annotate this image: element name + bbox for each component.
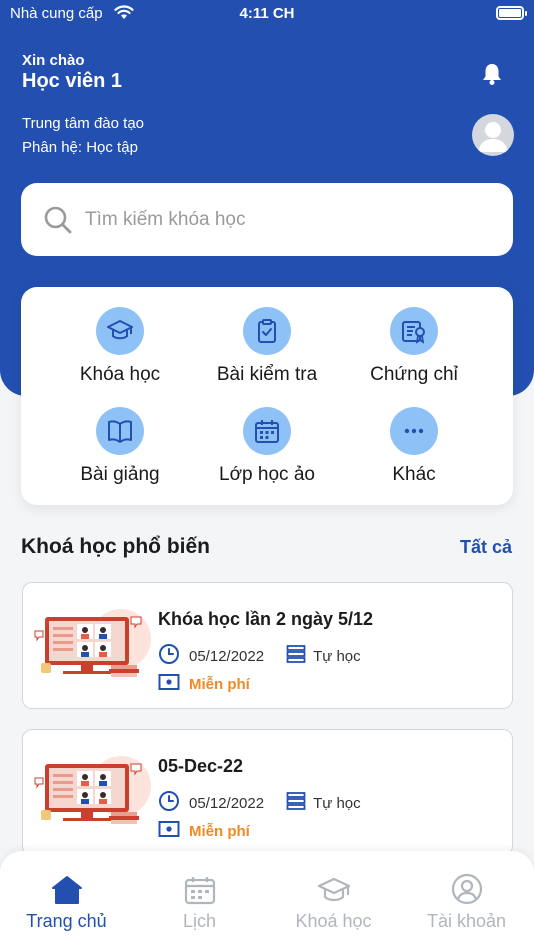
course-date: 05/12/2022 (189, 648, 265, 665)
course-thumbnail (33, 605, 153, 691)
menu-item-tests[interactable]: Bài kiểm tra (192, 307, 342, 386)
clipboard-check-icon (243, 307, 291, 355)
list-icon (286, 791, 306, 816)
menu-item-other[interactable]: Khác (339, 407, 489, 486)
clock-icon (158, 643, 180, 670)
status-time: 4:11 CH (239, 5, 295, 22)
training-center-label: Trung tâm đào tạo (22, 115, 145, 132)
menu-label-certificates: Chứng chỉ (370, 364, 458, 385)
certificate-icon (390, 307, 438, 355)
status-bar: Nhà cung cấp 4:11 CH (0, 0, 534, 30)
avatar[interactable] (472, 114, 514, 156)
username: Học viên 1 (22, 70, 123, 92)
graduation-cap-icon (267, 871, 400, 905)
course-thumbnail (33, 752, 153, 838)
menu-item-certificates[interactable]: Chứng chỉ (339, 307, 489, 386)
bell-icon[interactable] (481, 62, 503, 91)
course-price: Miễn phí (189, 676, 250, 693)
graduation-cap-icon (96, 307, 144, 355)
calendar-icon (133, 871, 266, 905)
greeting-text: Xin chào (22, 52, 85, 69)
course-card[interactable]: 05-Dec-22 05/12/2022 Tự học Miễn phí (22, 729, 513, 856)
menu-label-courses: Khóa học (79, 364, 161, 385)
more-icon (390, 407, 438, 455)
search-bar[interactable] (21, 183, 513, 256)
menu-item-lectures[interactable]: Bài giảng (45, 407, 195, 486)
menu-item-courses[interactable]: Khóa học (45, 307, 195, 386)
home-icon (0, 871, 133, 905)
book-icon (96, 407, 144, 455)
menu-item-virtual-class[interactable]: Lớp học ảo (192, 407, 342, 486)
nav-item-home[interactable]: Trang chủ (0, 871, 133, 932)
menu-label-other: Khác (392, 464, 436, 485)
money-icon (158, 673, 180, 696)
feature-menu: Khóa học Bài kiểm tra Chứng chỉ Bài giản… (21, 287, 513, 505)
nav-item-courses[interactable]: Khoá học (267, 871, 400, 932)
nav-label-home: Trang chủ (26, 911, 107, 931)
bottom-navigation: Trang chủ Lịch Khoá học Tài khoản (0, 851, 534, 950)
menu-label-tests: Bài kiểm tra (216, 364, 318, 385)
course-price-row: Miễn phí (158, 820, 250, 843)
see-all-link[interactable]: Tất cả (460, 537, 512, 558)
section-title: Khoá học phổ biến (21, 535, 210, 558)
nav-label-account: Tài khoản (426, 911, 507, 931)
course-price: Miễn phí (189, 823, 250, 840)
course-price-row: Miễn phí (158, 673, 250, 696)
search-input[interactable] (85, 203, 485, 237)
battery-icon (496, 6, 527, 20)
course-title: 05-Dec-22 (158, 756, 244, 776)
course-card[interactable]: Khóa học lần 2 ngày 5/12 05/12/2022 Tự h… (22, 582, 513, 709)
course-meta: 05/12/2022 Tự học (158, 643, 361, 670)
calendar-icon (243, 407, 291, 455)
list-icon (286, 644, 306, 669)
course-type: Tự học (313, 795, 361, 812)
menu-label-virtual-class: Lớp học ảo (219, 464, 315, 485)
search-icon (43, 205, 73, 240)
account-icon (400, 871, 533, 905)
money-icon (158, 820, 180, 843)
course-meta: 05/12/2022 Tự học (158, 790, 361, 817)
course-title: Khóa học lần 2 ngày 5/12 (158, 609, 374, 629)
course-date: 05/12/2022 (189, 795, 265, 812)
nav-item-account[interactable]: Tài khoản (400, 871, 533, 932)
clock-icon (158, 790, 180, 817)
course-type: Tự học (313, 648, 361, 665)
module-label: Phân hệ: Học tập (22, 139, 138, 156)
nav-label-courses: Khoá học (295, 911, 372, 931)
nav-item-calendar[interactable]: Lịch (133, 871, 266, 932)
nav-label-calendar: Lịch (182, 911, 217, 931)
menu-label-lectures: Bài giảng (80, 464, 160, 485)
